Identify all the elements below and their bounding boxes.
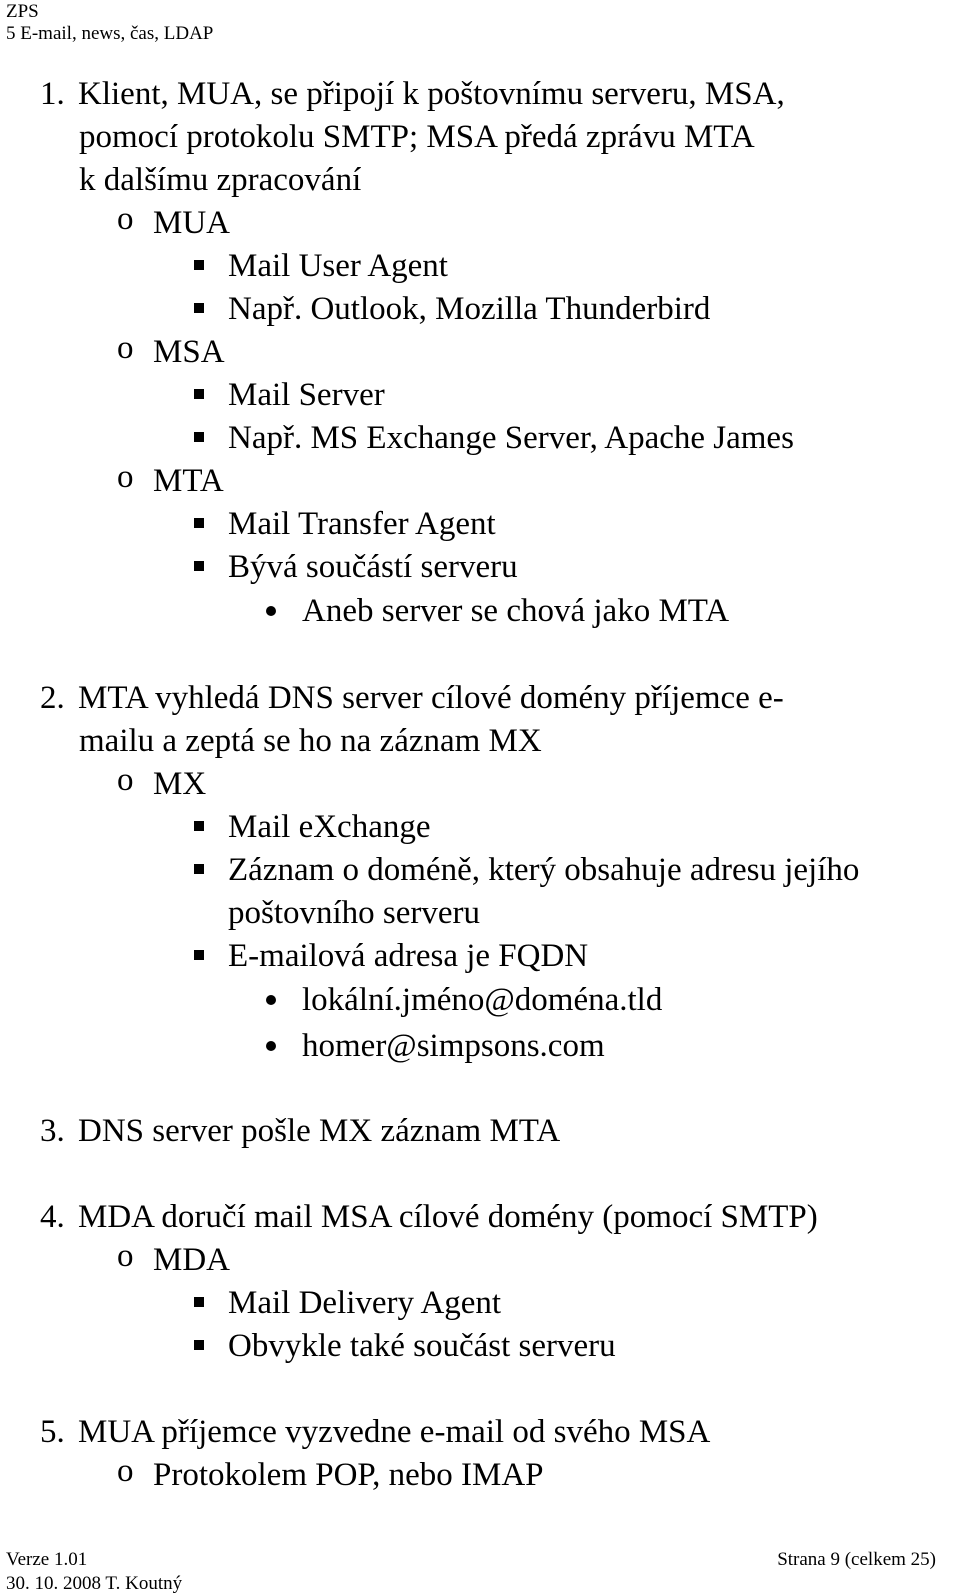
detail-item: Mail Server (228, 377, 385, 413)
detail-item: Mail eXchange (228, 809, 431, 845)
step-3-line-1: 3. DNS server pošle MX záznam MTA (40, 1113, 561, 1149)
circle-bullet-icon: o (117, 762, 134, 798)
step-5-line-1: 5. MUA příjemce vyzvedne e-mail od svého … (40, 1414, 711, 1450)
subitem-mta: MTA (153, 463, 224, 499)
circle-bullet-icon: o (117, 201, 134, 237)
subitem-mx: MX (153, 766, 207, 802)
circle-bullet-icon: o (117, 330, 134, 366)
document-title: ZPS (6, 1, 39, 22)
step-2-line-1: 2. MTA vyhledá DNS server cílové domény p… (40, 680, 784, 716)
step-2-line-2: mailu a zeptá se ho na záznam MX (79, 723, 542, 759)
square-bullet-icon (194, 561, 204, 571)
step-number: 3. (40, 1113, 65, 1149)
square-bullet-icon (194, 1297, 204, 1307)
dot-bullet-icon (266, 1041, 276, 1051)
detail-item: Mail Transfer Agent (228, 506, 496, 542)
sub-detail-item: Aneb server se chová jako MTA (302, 593, 730, 629)
step-1-line-2: pomocí protokolu SMTP; MSA předá zprávu … (79, 119, 755, 155)
step-4-line-1: 4. MDA doručí mail MSA cílové domény (pom… (40, 1199, 818, 1235)
detail-item: Mail Delivery Agent (228, 1285, 502, 1321)
circle-bullet-icon: o (117, 1453, 134, 1489)
square-bullet-icon (194, 950, 204, 960)
circle-bullet-icon: o (117, 459, 134, 495)
square-bullet-icon (194, 432, 204, 442)
detail-item: E-mailová adresa je FQDN (228, 938, 589, 974)
square-bullet-icon (194, 260, 204, 270)
step-number: 2. (40, 680, 65, 716)
sub-detail-item: lokální.jméno@doména.tld (302, 982, 663, 1018)
chapter-title: 5 E-mail, news, čas, LDAP (6, 23, 214, 44)
detail-item: Např. MS Exchange Server, Apache James (228, 420, 794, 456)
subitem-msa: MSA (153, 334, 225, 370)
subitem-mda: MDA (153, 1242, 231, 1278)
square-bullet-icon (194, 864, 204, 874)
square-bullet-icon (194, 1340, 204, 1350)
dot-bullet-icon (266, 606, 276, 616)
step-number: 5. (40, 1414, 65, 1450)
detail-item: Bývá součástí serveru (228, 549, 518, 585)
footer-date-author: 30. 10. 2008 T. Koutný (6, 1573, 183, 1594)
circle-bullet-icon: o (117, 1238, 134, 1274)
detail-item: Mail User Agent (228, 248, 448, 284)
sub-detail-item: homer@simpsons.com (302, 1028, 605, 1064)
square-bullet-icon (194, 518, 204, 528)
detail-item: Záznam o doméně, který obsahuje adresu j… (228, 852, 860, 888)
subitem-mua: MUA (153, 205, 231, 241)
subitem-protocols: Protokolem POP, nebo IMAP (153, 1457, 544, 1493)
step-1-line-1: 1. Klient, MUA, se připojí k poštovnímu s… (40, 76, 785, 112)
step-1-line-3: k dalšímu zpracování (79, 162, 362, 198)
step-number: 1. (40, 76, 65, 112)
square-bullet-icon (194, 389, 204, 399)
footer-version: Verze 1.01 (6, 1549, 88, 1570)
footer-page-number: Strana 9 (celkem 25) (777, 1549, 936, 1570)
dot-bullet-icon (266, 995, 276, 1005)
square-bullet-icon (194, 303, 204, 313)
detail-item-continuation: poštovního serveru (228, 895, 481, 931)
square-bullet-icon (194, 821, 204, 831)
detail-item: Obvykle také součást serveru (228, 1328, 616, 1364)
detail-item: Např. Outlook, Mozilla Thunderbird (228, 291, 711, 327)
step-number: 4. (40, 1199, 65, 1235)
